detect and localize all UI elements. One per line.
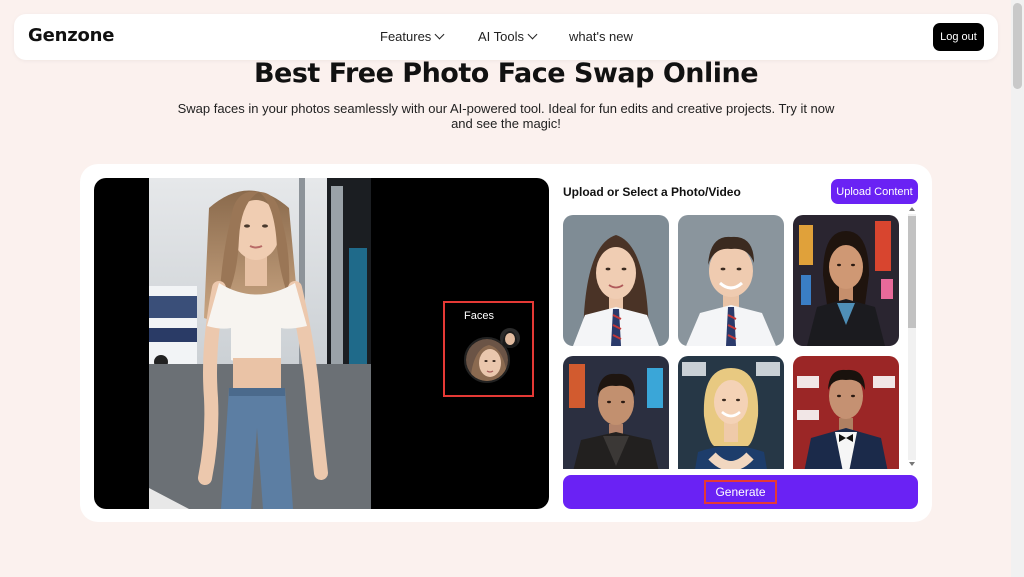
chevron-down-icon <box>527 29 538 40</box>
nav-whats-new-label: what's new <box>569 29 633 44</box>
page-title: Best Free Photo Face Swap Online <box>253 58 759 89</box>
faces-label: Faces <box>464 310 494 322</box>
nav-features[interactable]: Features <box>380 29 445 44</box>
thumbnail-grid <box>563 215 903 469</box>
portrait-image <box>563 215 669 346</box>
thumbnail-boy-school-uniform[interactable] <box>678 215 784 346</box>
preview-canvas: Faces <box>94 178 549 509</box>
content-selector-panel: Upload or Select a Photo/Video Upload Co… <box>563 178 918 509</box>
upload-content-button[interactable]: Upload Content <box>831 179 918 204</box>
nav-whats-new[interactable]: what's new <box>569 29 633 44</box>
portrait-image <box>678 215 784 346</box>
generate-label: Generate <box>704 480 777 504</box>
thumbnail-man-leather-jacket[interactable] <box>563 356 669 469</box>
detected-faces-panel[interactable]: Faces <box>443 301 534 397</box>
face-avatar-icon <box>500 328 520 348</box>
thumbnail-man-tuxedo[interactable] <box>793 356 899 469</box>
nav-ai-tools[interactable]: AI Tools <box>478 29 538 44</box>
top-navbar: Genzone Features AI Tools what's new Log… <box>14 14 998 60</box>
scroll-down-icon[interactable] <box>909 462 915 466</box>
page-scrollbar-thumb[interactable] <box>1013 3 1022 89</box>
thumbnail-scrollbar[interactable] <box>906 206 918 468</box>
generate-button[interactable]: Generate <box>563 475 918 509</box>
face-swap-card: Faces Upload or Select a Photo/Video Upl… <box>80 164 932 522</box>
brand-logo[interactable]: Genzone <box>28 25 114 46</box>
portrait-image <box>793 356 899 469</box>
page-scrollbar[interactable] <box>1011 0 1024 577</box>
thumbnail-woman-sequin-dress[interactable] <box>678 356 784 469</box>
nav-ai-tools-label: AI Tools <box>478 29 525 44</box>
thumbnail-girl-school-uniform[interactable] <box>563 215 669 346</box>
portrait-image <box>563 356 669 469</box>
logout-button[interactable]: Log out <box>933 23 984 51</box>
source-photo <box>149 178 371 509</box>
portrait-image <box>678 356 784 469</box>
scrollbar-thumb[interactable] <box>908 216 916 328</box>
nav-features-label: Features <box>380 29 432 44</box>
page-subtitle: Swap faces in your photos seamlessly wit… <box>177 101 835 131</box>
thumbnail-woman-city-night[interactable] <box>793 215 899 346</box>
woman-photo-illustration <box>149 178 371 509</box>
chevron-down-icon <box>434 29 445 40</box>
portrait-image <box>793 215 899 346</box>
detected-face-secondary[interactable] <box>500 328 520 348</box>
panel-title: Upload or Select a Photo/Video <box>563 185 741 199</box>
scroll-up-icon[interactable] <box>909 207 915 211</box>
